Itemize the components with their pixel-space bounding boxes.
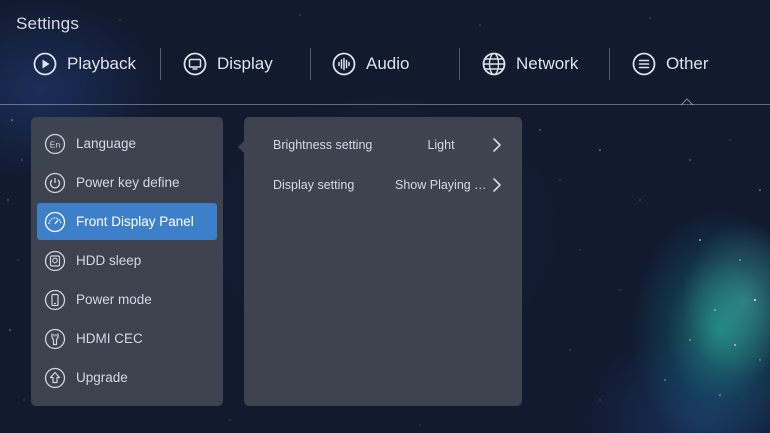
menu-item-power-key-define[interactable]: Power key define	[37, 164, 217, 201]
menu-item-label: HDMI CEC	[76, 331, 143, 346]
phone-icon	[44, 289, 66, 311]
menu-list-icon	[632, 52, 656, 76]
menu-item-label: Power mode	[76, 292, 152, 307]
menu-item-front-display-panel[interactable]: Front Display Panel	[37, 203, 217, 240]
hdd-icon	[44, 250, 66, 272]
setting-label: Display setting	[273, 178, 355, 192]
front-display-panel-options: Brightness setting Light Display setting…	[244, 117, 522, 406]
tab-label: Network	[516, 54, 579, 73]
tab-label: Playback	[67, 54, 136, 73]
audio-icon	[332, 52, 356, 76]
svg-text:En: En	[50, 139, 61, 149]
power-icon	[44, 172, 66, 194]
menu-item-power-mode[interactable]: Power mode	[37, 281, 217, 318]
tab-divider	[160, 48, 161, 80]
chevron-right-icon	[493, 138, 501, 152]
chevron-right-icon	[493, 178, 501, 192]
page-title: Settings	[16, 14, 80, 33]
upgrade-icon	[44, 367, 66, 389]
active-tab-indicator	[681, 98, 693, 106]
menu-item-language[interactable]: En Language	[37, 125, 217, 162]
setting-label: Brightness setting	[273, 138, 373, 152]
menu-item-label: HDD sleep	[76, 253, 142, 268]
menu-item-label: Power key define	[76, 175, 180, 190]
menu-item-label: Front Display Panel	[76, 214, 194, 229]
menu-item-label: Language	[76, 136, 137, 151]
tab-other[interactable]: Other	[632, 40, 770, 88]
hdmi-icon	[44, 328, 66, 350]
tab-divider	[310, 48, 311, 80]
monitor-icon	[183, 52, 207, 76]
language-icon: En	[44, 133, 66, 155]
other-settings-menu: En Language Power key define Front Displ…	[31, 117, 223, 406]
tab-label: Audio	[366, 54, 410, 73]
play-icon	[33, 52, 57, 76]
display-setting-row[interactable]: Display setting Show Playing Ti...	[244, 170, 522, 200]
setting-value: Light	[427, 138, 455, 152]
setting-value: Show Playing Ti...	[395, 178, 487, 192]
globe-icon	[482, 52, 506, 76]
menu-item-upgrade[interactable]: Upgrade	[37, 359, 217, 396]
tab-label: Other	[666, 54, 709, 73]
tab-underline	[0, 104, 770, 105]
brightness-setting-row[interactable]: Brightness setting Light	[244, 130, 522, 160]
menu-item-hdmi-cec[interactable]: HDMI CEC	[37, 320, 217, 357]
menu-item-label: Upgrade	[76, 370, 128, 385]
tab-label: Display	[217, 54, 273, 73]
tab-bar: Playback Display Audio Network Other	[0, 40, 770, 88]
tab-divider	[459, 48, 460, 80]
tab-divider	[609, 48, 610, 80]
menu-item-hdd-sleep[interactable]: HDD sleep	[37, 242, 217, 279]
gauge-icon	[44, 211, 66, 233]
